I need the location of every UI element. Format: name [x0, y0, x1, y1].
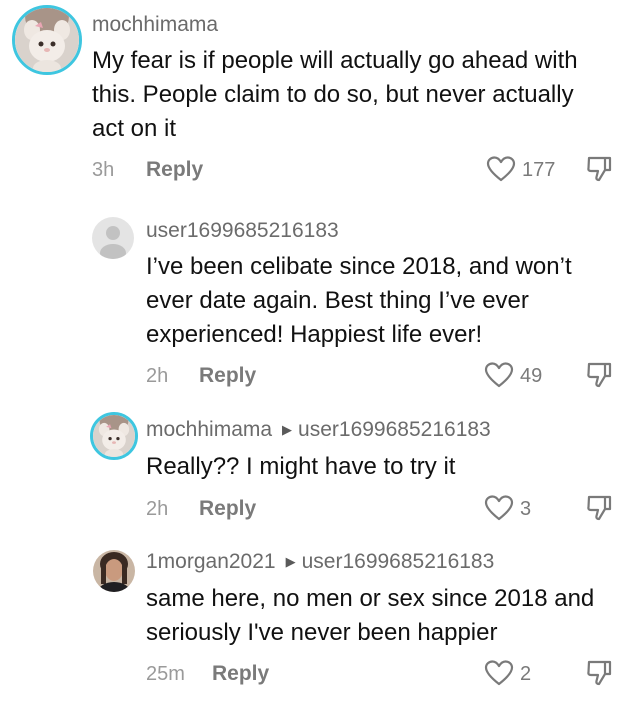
like-count: 3 — [520, 498, 532, 520]
default-user-avatar-icon — [92, 217, 134, 259]
comment-username[interactable]: user1699685216183 — [146, 218, 339, 244]
comment-header: 1morgan2021 ▶ user1699685216183 — [146, 549, 494, 577]
like-count: 49 — [520, 365, 543, 387]
reply-button[interactable]: Reply — [146, 158, 203, 182]
heart-outline-icon[interactable] — [484, 361, 514, 389]
comment-3: mochhimama ▶ user1699685216183 Really?? I … — [0, 400, 640, 535]
comment-username[interactable]: 1morgan2021 — [146, 550, 276, 573]
comment-age: 3h — [92, 159, 115, 181]
comment-age: 25m — [146, 663, 185, 685]
reply-button[interactable]: Reply — [212, 662, 269, 686]
reply-to-username[interactable]: user1699685216183 — [302, 550, 495, 573]
reply-button[interactable]: Reply — [199, 497, 256, 521]
thumbs-down-icon[interactable] — [584, 154, 614, 184]
comment-age: 2h — [146, 365, 169, 387]
plush-toy-avatar-icon — [15, 8, 79, 72]
comment-4: 1morgan2021 ▶ user1699685216183 same here,… — [0, 535, 640, 711]
comment-text: Really?? I might have to try it — [146, 453, 456, 480]
comment-text: My fear is if people will actually go ah… — [92, 47, 578, 142]
like-count: 177 — [522, 159, 556, 181]
reply-button[interactable]: Reply — [199, 364, 256, 388]
heart-outline-icon[interactable] — [484, 494, 514, 522]
comment-1: mochhimama My fear is if people will act… — [0, 0, 640, 200]
comment-header: mochhimama ▶ user1699685216183 — [146, 417, 491, 445]
comment-username[interactable]: mochhimama — [146, 418, 272, 441]
plush-toy-avatar-icon — [93, 415, 135, 457]
like-count: 2 — [520, 663, 532, 685]
photo-avatar-icon — [93, 550, 135, 592]
thumbs-down-icon[interactable] — [584, 360, 614, 390]
triangle-right-icon: ▶ — [285, 554, 296, 569]
reply-to-username[interactable]: user1699685216183 — [298, 418, 491, 441]
avatar-mochhimama[interactable] — [12, 5, 82, 75]
triangle-right-icon: ▶ — [282, 422, 293, 437]
avatar-user1699685216183[interactable] — [92, 217, 134, 259]
avatar-1morgan2021[interactable] — [93, 550, 135, 592]
thumbs-down-icon[interactable] — [584, 658, 614, 688]
comment-2: user1699685216183 I’ve been celibate sin… — [0, 200, 640, 400]
heart-outline-icon[interactable] — [484, 659, 514, 687]
comment-username[interactable]: mochhimama — [92, 12, 218, 38]
thumbs-down-icon[interactable] — [584, 493, 614, 523]
comment-text: I’ve been celibate since 2018, and won’t… — [146, 253, 572, 348]
comment-text: same here, no men or sex since 2018 and … — [146, 585, 595, 646]
comment-age: 2h — [146, 498, 169, 520]
heart-outline-icon[interactable] — [486, 155, 516, 183]
avatar-mochhimama[interactable] — [90, 412, 138, 460]
